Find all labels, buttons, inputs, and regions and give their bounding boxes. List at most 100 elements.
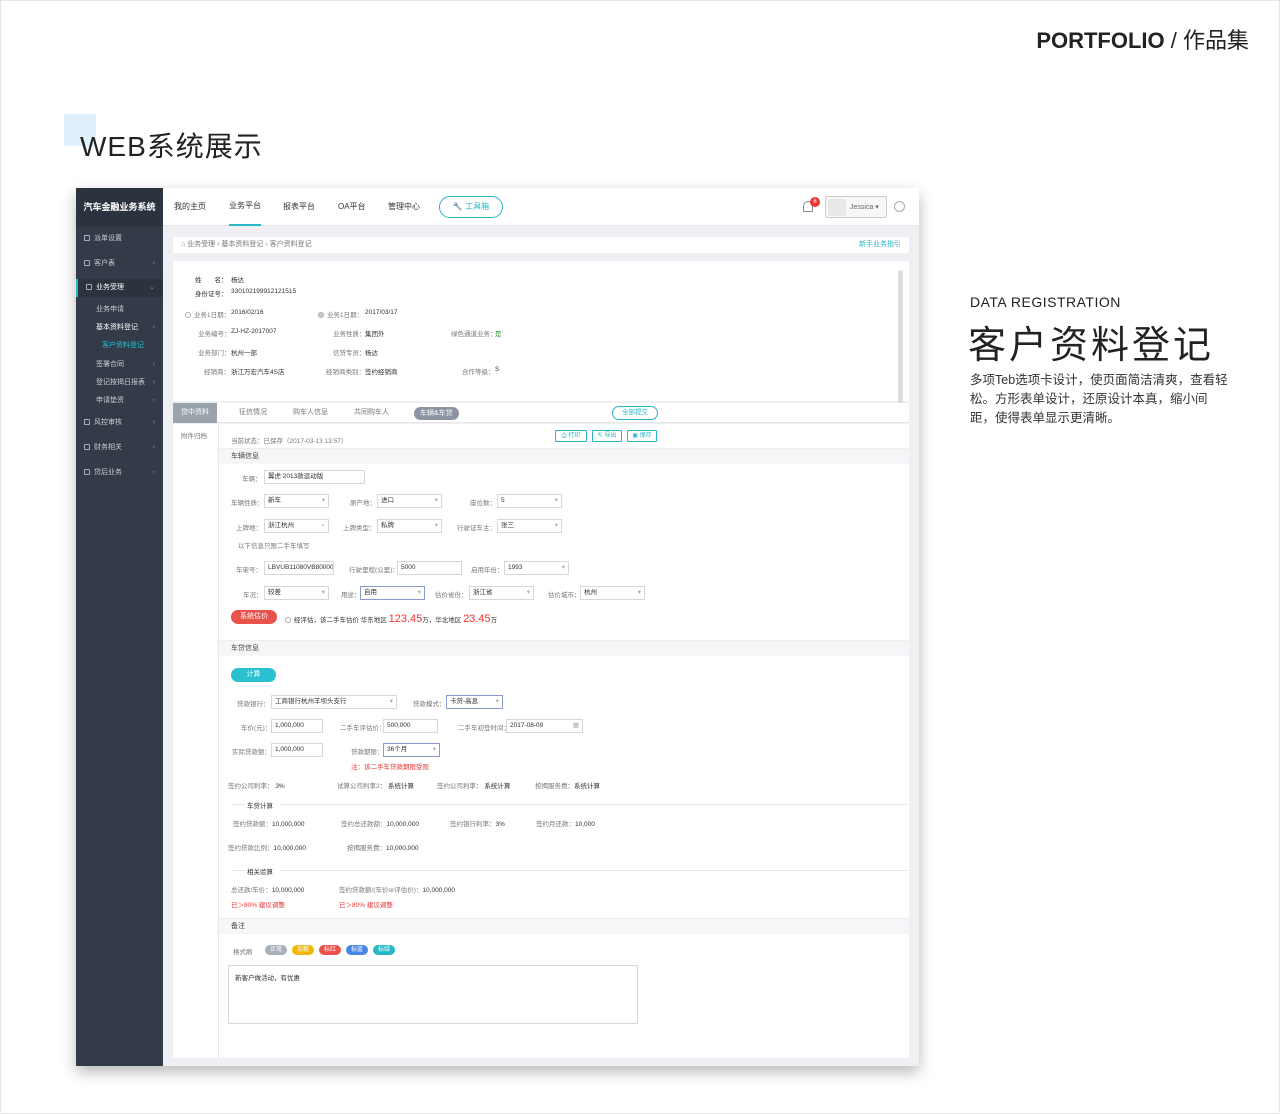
topnav-reports[interactable]: 报表平台	[283, 188, 315, 226]
portfolio-label: PORTFOLIO	[1036, 28, 1165, 53]
city-select[interactable]: 杭州 ▾	[580, 586, 645, 600]
guide-link[interactable]: 新手业务指引	[859, 237, 901, 253]
sidebar-label: 客户表	[94, 260, 115, 267]
platetype-select[interactable]: 私牌 ▾	[377, 519, 442, 533]
sidebar-item-risk[interactable]: 风控审核 ‹	[76, 414, 163, 432]
nature-label: 车辆性质：	[231, 500, 264, 507]
car-label: 车辆：	[242, 476, 262, 483]
k2-value: 10,000,000	[422, 887, 455, 894]
divider	[281, 804, 907, 805]
sidebar-label: 贷后业务	[94, 469, 122, 476]
sidebar-item-finance[interactable]: 财务相关 ‹	[76, 439, 163, 457]
sidebar-item-business[interactable]: 业务受理 ⌄	[76, 279, 163, 297]
k2-warning: 已＞80% 建议调整	[339, 902, 393, 909]
tag-normal[interactable]: 正常	[265, 945, 287, 955]
radio-selected[interactable]	[185, 312, 191, 319]
radio-unselected[interactable]	[318, 312, 324, 319]
sidebar-item-contract[interactable]: 签署合同 ‹	[76, 356, 163, 374]
c4-value: 10,000	[575, 821, 595, 828]
print-icon: ⎙	[561, 433, 567, 439]
list-icon	[84, 235, 90, 242]
sidebar-item-customers[interactable]: 客户表 ‹	[76, 255, 163, 273]
radio-unselected[interactable]	[285, 617, 291, 624]
car-input[interactable]: 翼虎 2013款运动版	[264, 470, 365, 484]
username: Jessica ▾	[850, 204, 879, 211]
eval-price-input[interactable]: 500,000	[383, 719, 438, 733]
mode-select[interactable]: 卡贷-高息 ▾	[446, 695, 503, 709]
year-label: 启用年份：	[471, 567, 504, 574]
topnav-business[interactable]: 业务平台	[229, 188, 261, 226]
sidebar-item-dispatch[interactable]: 派单设置	[76, 230, 163, 248]
save-button[interactable]: ▣ 保存	[627, 430, 657, 442]
export-button[interactable]: ⇱ 导出	[592, 430, 622, 442]
archive-link[interactable]: 附件归档	[181, 430, 207, 440]
term-select[interactable]: 36个月 ▾	[383, 743, 440, 757]
caret-down-icon: ▾	[417, 589, 421, 596]
topnav-oa[interactable]: OA平台	[338, 188, 366, 226]
wrench-icon: 🔧	[452, 202, 463, 211]
amount-input[interactable]: 1,000,000	[271, 743, 323, 757]
divider	[231, 870, 245, 871]
power-icon[interactable]	[894, 201, 905, 212]
print-button[interactable]: ⎙ 打印	[555, 430, 587, 442]
tab-buyer[interactable]: 购车人信息	[293, 403, 328, 423]
breadcrumb-item[interactable]: 业务受理	[187, 241, 215, 248]
topnav-admin[interactable]: 管理中心	[388, 188, 420, 226]
topnav-home[interactable]: 我的主页	[174, 188, 206, 226]
search-icon: ⌕	[321, 522, 325, 529]
condition-select[interactable]: 较差 ▾	[264, 586, 329, 600]
tab-vehicle-loan[interactable]: 车辆&车贷	[414, 407, 459, 420]
province-select[interactable]: 浙江省 ▾	[469, 586, 534, 600]
usedcar-note: 以下信息只限二手车填写	[238, 543, 310, 550]
id-value: 330102199912121515	[231, 288, 297, 295]
calculate-button[interactable]: 计算	[231, 668, 276, 682]
vin-input[interactable]: LBVUB11080VB80000	[264, 561, 334, 575]
eval-unit: 万	[490, 617, 498, 624]
mileage-input[interactable]: 5000	[397, 561, 462, 575]
scrollbar[interactable]	[898, 270, 903, 415]
toolbox-button[interactable]: 🔧 工具箱	[439, 196, 503, 218]
usage-select[interactable]: 自用 ▾	[360, 586, 425, 600]
owner-select[interactable]: 张三 ▾	[497, 519, 562, 533]
rate1-label-text: 签约公司利率：	[228, 783, 274, 790]
customer-summary: 姓 名： 杨达 身份证号： 330102199912121515 业务1日期： …	[173, 261, 909, 415]
sidebar-item-advance[interactable]: 申请垫资 ‹	[76, 392, 163, 410]
sidebar-item-customer-info[interactable]: 客户资料登记	[76, 337, 163, 355]
tag-blue[interactable]: 标蓝	[346, 945, 368, 955]
breadcrumb-item[interactable]: 基本资料登记	[221, 241, 263, 248]
chevron-left-icon: ‹	[152, 260, 155, 267]
c1-value: 10,000,000	[272, 821, 305, 828]
origin-value: 进口	[381, 497, 394, 504]
firstreg-date[interactable]: 2017-08-09 ▦	[506, 719, 583, 733]
level-value: S	[495, 366, 500, 373]
tab-cobuyer[interactable]: 共同购车人	[354, 403, 389, 423]
tag-bold[interactable]: 加粗	[292, 945, 314, 955]
year-select[interactable]: 1993 ▾	[504, 561, 569, 575]
sidebar-item-apply[interactable]: 业务申请	[76, 301, 163, 319]
rate2-label-text: 试算公司利率2：	[337, 783, 387, 790]
nature-select[interactable]: 新车 ▾	[264, 494, 329, 508]
seats-select[interactable]: 5 ▾	[497, 494, 562, 508]
bank-select[interactable]: 工商银行杭州羊坝头支行 ▾	[271, 695, 397, 709]
caret-down-icon: ▾	[321, 589, 325, 596]
remark-textarea[interactable]: 新客户做活动，有优惠	[228, 965, 638, 1024]
tag-green[interactable]: 标绿	[373, 945, 395, 955]
tag-red[interactable]: 标红	[319, 945, 341, 955]
sidebar-item-daily-report[interactable]: 登记按揭日报表 ‹	[76, 374, 163, 392]
year-value: 1993	[508, 564, 523, 571]
submit-all-button[interactable]: 全部提交	[612, 406, 658, 420]
nature-value: 新车	[268, 497, 281, 504]
sidebar-label: 登记按揭日报表	[96, 379, 145, 386]
price-input[interactable]: 1,000,000	[271, 719, 323, 733]
tab-credit[interactable]: 征信情况	[239, 403, 267, 423]
plate-label: 上牌地：	[236, 525, 262, 532]
tab-loan-docs[interactable]: 贷中资料	[173, 403, 217, 423]
eval-result: 经评估，该二手车估价 华东地区 123.45万，华北地区 23.45万	[285, 613, 497, 625]
origin-select[interactable]: 进口 ▾	[377, 494, 442, 508]
firstreg-value: 2017-08-09	[510, 722, 544, 729]
plate-input[interactable]: 浙江杭州 ⌕	[264, 519, 329, 533]
sidebar-item-basic-info[interactable]: 基本资料登记 ‹	[76, 319, 163, 337]
system-eval-button[interactable]: 系统估价	[231, 610, 277, 624]
sidebar-item-postloan[interactable]: 贷后业务 ‹	[76, 464, 163, 482]
user-menu[interactable]: Jessica ▾	[825, 196, 887, 218]
